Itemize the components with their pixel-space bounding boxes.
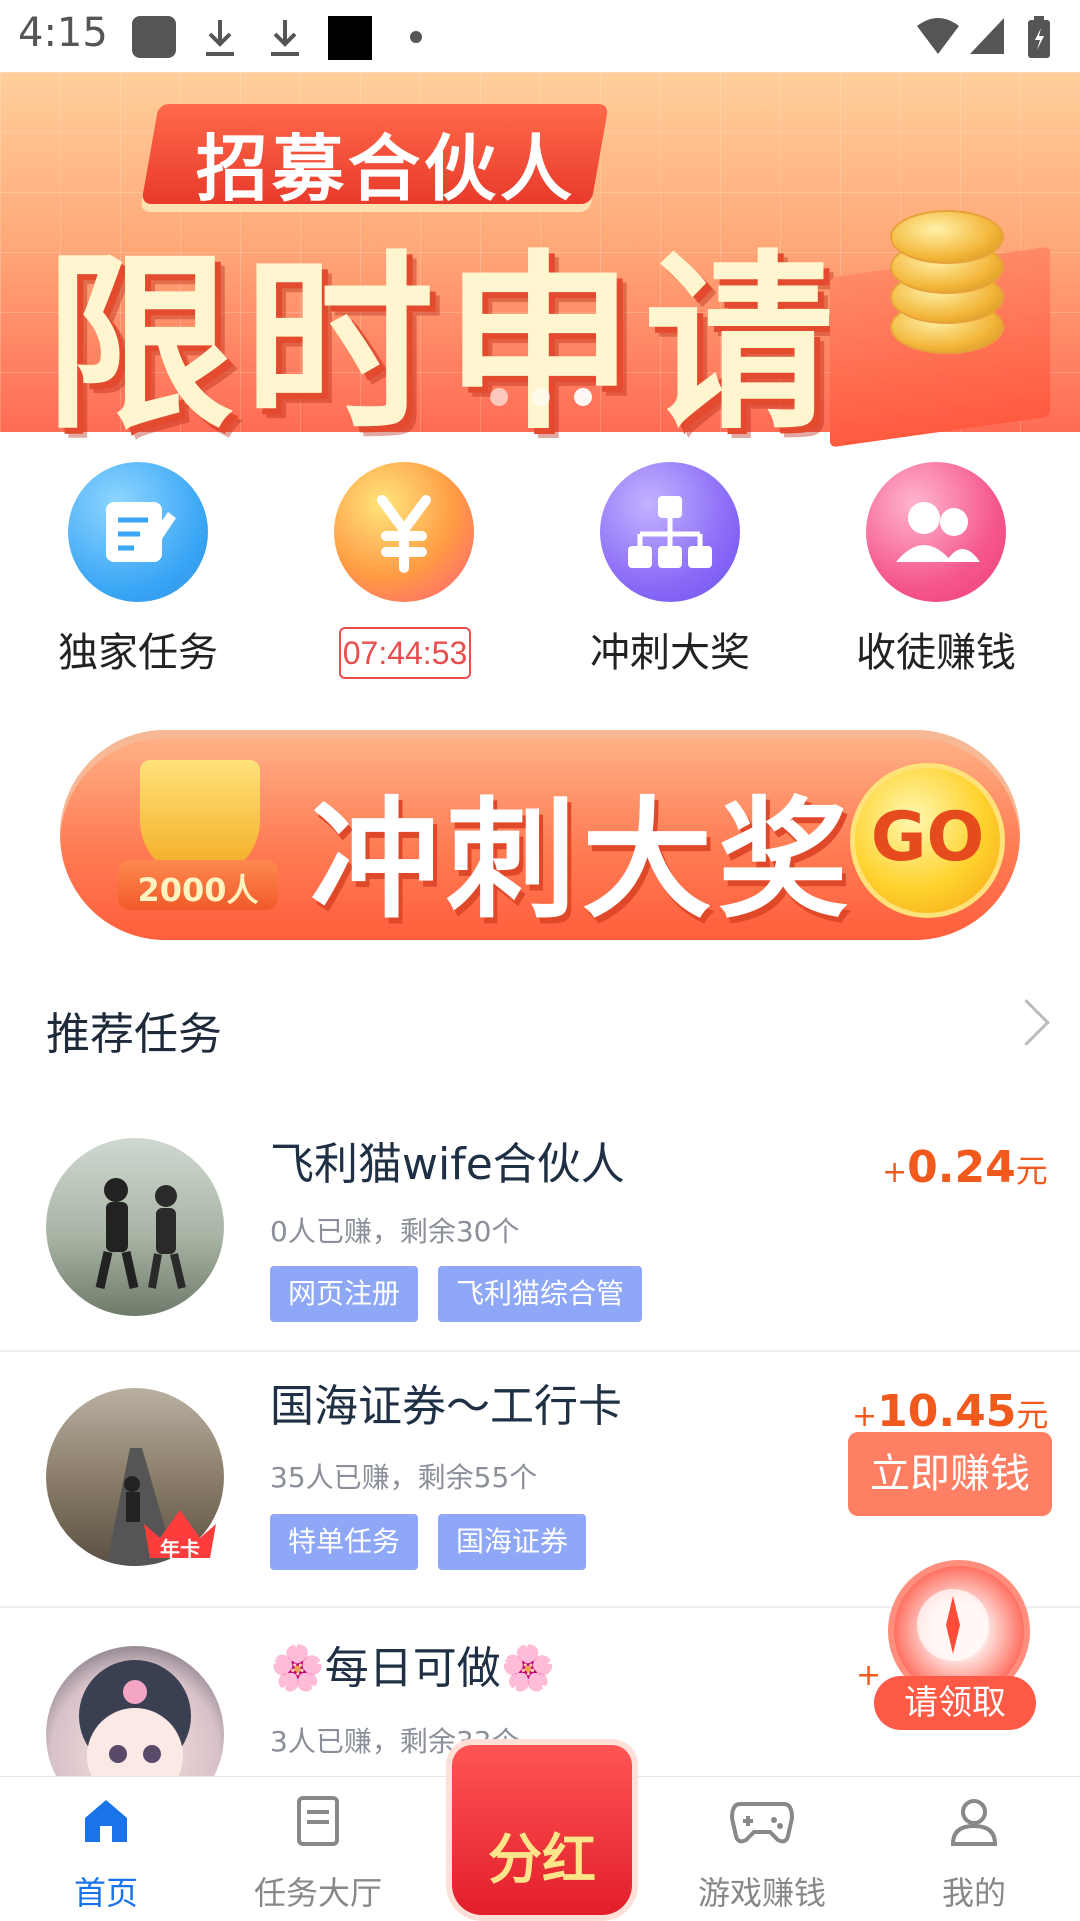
app-notification-icon — [132, 16, 176, 58]
quick-nav-label: 独家任务 — [58, 630, 218, 676]
annual-card-text: 年卡 — [160, 1537, 200, 1561]
reward-value: 10.45 — [877, 1386, 1017, 1437]
reward-sign: + — [882, 1155, 908, 1190]
task-tag: 飞利猫综合管 — [438, 1266, 643, 1322]
home-icon — [81, 1796, 131, 1846]
quick-nav-recruit[interactable]: 收徒赚钱 — [816, 450, 1036, 690]
download-icon-2 — [265, 16, 305, 64]
sprint-banner-text: 冲刺大奖 — [310, 784, 855, 936]
status-time: 4:15 — [18, 10, 108, 56]
reward-unit: 元 — [1016, 1396, 1049, 1434]
nav-profile[interactable]: 我的 — [874, 1790, 1074, 1912]
users-icon — [866, 462, 1006, 602]
status-bar: 4:15 — [0, 0, 1080, 72]
hierarchy-icon — [600, 462, 740, 602]
go-label: GO — [870, 798, 985, 877]
task-avatar — [46, 1138, 224, 1316]
quick-nav-countdown[interactable]: 07:44:53 — [284, 450, 504, 690]
task-title: 🌸每日可做🌸 — [270, 1643, 556, 1694]
task-tag: 特单任务 — [270, 1514, 419, 1570]
quick-nav-label: 冲刺大奖 — [590, 630, 750, 676]
reward-value: 0.24 — [907, 1142, 1016, 1193]
banner-title: 限时申请 — [44, 234, 845, 455]
quick-nav-exclusive-tasks[interactable]: 独家任务 — [18, 450, 238, 690]
task-title: 飞利猫wife合伙人 — [270, 1139, 625, 1190]
carousel-dot-2[interactable] — [532, 388, 550, 406]
reward-sign: + — [852, 1399, 878, 1434]
carousel-dot-3[interactable] — [574, 388, 592, 406]
signal-icon — [968, 16, 1008, 60]
task-stats: 0人已赚，剩余30个 — [270, 1215, 520, 1248]
edit-icon — [68, 462, 208, 602]
yuan-icon — [334, 462, 474, 602]
nav-label: 我的 — [941, 1874, 1006, 1912]
battery-icon — [1026, 16, 1052, 64]
download-icon — [200, 16, 240, 64]
nav-label: 任务大厅 — [253, 1874, 382, 1912]
document-icon — [293, 1796, 343, 1846]
nav-label: 首页 — [73, 1874, 138, 1912]
section-title: 推荐任务 — [46, 1009, 222, 1060]
nav-label: 分红 — [488, 1828, 596, 1891]
task-title: 国海证券～工行卡 — [270, 1381, 622, 1432]
nav-game-earn[interactable]: 游戏赚钱 — [662, 1790, 862, 1912]
dot-icon — [410, 31, 422, 43]
task-tag: 国海证券 — [438, 1514, 587, 1570]
task-reward: +0.24元 — [882, 1142, 1048, 1193]
countdown-timer: 07:44:53 — [339, 627, 471, 679]
coin-icon-4 — [890, 210, 1004, 264]
nav-task-hall[interactable]: 任务大厅 — [218, 1790, 418, 1912]
red-packet-icon[interactable]: 分红 — [452, 1745, 632, 1915]
nav-label: 游戏赚钱 — [697, 1874, 826, 1912]
task-reward: +10.45元 — [852, 1386, 1048, 1437]
chevron-right-icon[interactable] — [1003, 999, 1050, 1046]
earn-now-button[interactable]: 立即赚钱 — [848, 1432, 1052, 1516]
nav-home[interactable]: 首页 — [6, 1790, 206, 1912]
task-stats: 35人已赚，剩余55个 — [270, 1461, 538, 1494]
go-button[interactable]: GO — [850, 763, 1005, 918]
task-item[interactable]: 飞利猫wife合伙人 0人已赚，剩余30个 网页注册 飞利猫综合管 +0.24元 — [0, 1110, 1080, 1350]
reward-unit: 元 — [1015, 1152, 1048, 1190]
user-icon — [949, 1796, 999, 1846]
task-avatar — [46, 1646, 224, 1776]
quick-nav-sprint-prize[interactable]: 冲刺大奖 — [550, 450, 770, 690]
app-icon — [328, 16, 372, 60]
quick-nav-label: 收徒赚钱 — [856, 630, 1016, 676]
wifi-icon — [915, 16, 961, 60]
gamepad-icon — [729, 1796, 795, 1846]
claim-button[interactable]: 请领取 — [874, 1676, 1036, 1730]
task-tag: 网页注册 — [270, 1266, 419, 1322]
carousel-dot-1[interactable] — [490, 388, 508, 406]
annual-card-badge: 年卡 — [140, 1504, 220, 1564]
trophy-count: 2000人 — [137, 871, 259, 909]
